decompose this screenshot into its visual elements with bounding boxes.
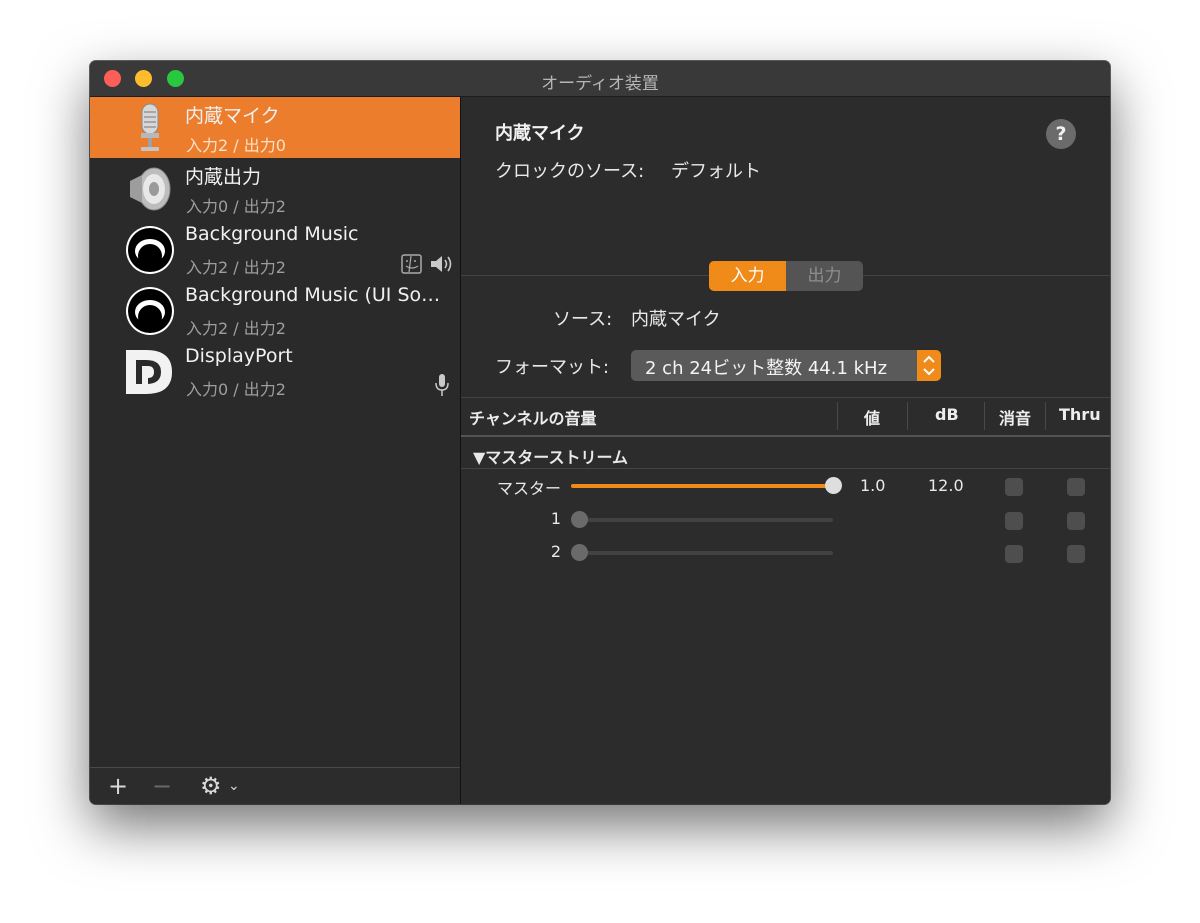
- stepper-arrows-icon: [917, 350, 941, 381]
- thru-checkbox[interactable]: [1067, 478, 1085, 496]
- column-separator: [837, 402, 838, 430]
- volume-slider[interactable]: [571, 544, 833, 561]
- slider-knob[interactable]: [825, 477, 842, 494]
- help-button[interactable]: ?: [1046, 119, 1076, 149]
- volume-slider[interactable]: [571, 511, 833, 528]
- displayport-icon: [126, 350, 172, 394]
- device-io-count: 入力0 / 出力2: [186, 197, 286, 216]
- thru-checkbox[interactable]: [1067, 545, 1085, 563]
- input-output-segmented-control[interactable]: 入力 出力: [709, 261, 863, 291]
- device-sidebar: 内蔵マイク 入力2 / 出力0 内蔵出力 入力0 / 出力2 Backgroun…: [90, 97, 461, 804]
- device-name: 内蔵マイク: [185, 105, 280, 127]
- sidebar-toolbar: + − ⚙ ⌄: [90, 767, 460, 804]
- device-name: Background Music (UI Sounds): [185, 284, 447, 306]
- device-item-background-music-ui-sounds[interactable]: Background Music (UI Sounds) 入力2 / 出力2: [90, 280, 460, 341]
- format-select[interactable]: 2 ch 24ビット整数 44.1 kHz: [631, 350, 941, 381]
- device-io-count: 入力2 / 出力2: [186, 258, 286, 277]
- volume-slider[interactable]: [571, 477, 842, 494]
- thru-checkbox[interactable]: [1067, 512, 1085, 530]
- column-header-db[interactable]: dB: [935, 405, 959, 424]
- window-title: オーディオ装置: [541, 74, 659, 94]
- background-music-icon: [126, 287, 174, 335]
- channel-label: 1: [550, 509, 561, 528]
- stream-group-row[interactable]: ▼マスターストリーム: [461, 439, 1110, 469]
- speaker-icon: [130, 167, 171, 211]
- source-value: 内蔵マイク: [631, 309, 721, 330]
- device-name: DisplayPort: [185, 345, 293, 367]
- device-title: 内蔵マイク: [495, 123, 585, 144]
- device-item-builtin-output[interactable]: 内蔵出力 入力0 / 出力2: [90, 158, 460, 219]
- channel-row-2: 2: [461, 538, 1110, 568]
- format-value: 2 ch 24ビット整数 44.1 kHz: [645, 358, 888, 379]
- format-label: フォーマット:: [495, 357, 610, 378]
- device-io-count: 入力2 / 出力2: [186, 319, 286, 338]
- stream-group-label: ▼マスターストリーム: [473, 448, 629, 467]
- slider-fill: [571, 484, 833, 488]
- mute-checkbox[interactable]: [1005, 512, 1023, 530]
- tab-output[interactable]: 出力: [786, 261, 863, 291]
- title-bar: オーディオ装置: [90, 61, 1110, 97]
- channel-row-master: マスター 1.0 12.0: [461, 471, 1110, 501]
- speaker-output-badge-icon: [431, 256, 452, 272]
- channel-value: 1.0: [860, 476, 886, 495]
- mute-checkbox[interactable]: [1005, 478, 1023, 496]
- slider-knob[interactable]: [571, 511, 588, 528]
- background-music-icon: [126, 226, 174, 274]
- column-header-channel-volume[interactable]: チャンネルの音量: [469, 405, 597, 429]
- slider-knob[interactable]: [571, 544, 588, 561]
- column-header-thru[interactable]: Thru: [1059, 405, 1101, 424]
- device-io-count: 入力0 / 出力2: [186, 380, 286, 399]
- gear-icon[interactable]: ⚙: [200, 772, 222, 800]
- channel-row-1: 1: [461, 505, 1110, 535]
- finder-badge-icon: [401, 254, 422, 274]
- device-name: 内蔵出力: [185, 166, 262, 188]
- mute-checkbox[interactable]: [1005, 545, 1023, 563]
- column-separator: [984, 402, 985, 430]
- clock-source-label: クロックのソース:: [495, 161, 645, 182]
- divider: [461, 435, 1110, 437]
- column-separator: [907, 402, 908, 430]
- channel-db: 12.0: [928, 476, 964, 495]
- column-header-mute[interactable]: 消音: [999, 405, 1031, 429]
- microphone-icon: [141, 103, 159, 151]
- column-separator: [1045, 402, 1046, 430]
- source-label: ソース:: [553, 309, 613, 330]
- device-item-background-music[interactable]: Background Music 入力2 / 出力2: [90, 219, 460, 280]
- device-name: Background Music: [185, 223, 359, 245]
- device-io-count: 入力2 / 出力0: [186, 136, 286, 155]
- channel-label: 2: [550, 542, 561, 561]
- device-item-displayport[interactable]: DisplayPort 入力0 / 出力2: [90, 341, 460, 402]
- add-device-button[interactable]: +: [108, 772, 128, 800]
- channel-label: マスター: [496, 479, 561, 498]
- divider: [461, 468, 1110, 469]
- tab-input[interactable]: 入力: [709, 261, 786, 291]
- device-detail-panel: 内蔵マイク ? クロックのソース: デフォルト 入力 出力 ソース: 内蔵マイク…: [461, 97, 1110, 804]
- clock-source-value[interactable]: デフォルト: [671, 157, 761, 183]
- column-header-value[interactable]: 値: [864, 405, 880, 429]
- chevron-down-icon[interactable]: ⌄: [228, 772, 240, 800]
- device-item-builtin-mic[interactable]: 内蔵マイク 入力2 / 出力0: [90, 97, 460, 158]
- channel-table-header: チャンネルの音量 値 dB 消音 Thru: [461, 397, 1110, 435]
- remove-device-button[interactable]: −: [152, 772, 172, 800]
- microphone-input-badge-icon: [435, 374, 449, 396]
- audio-midi-window: オーディオ装置 内蔵マイク 入力2 / 出力0 内蔵出力 入力0 / 出力2 B…: [90, 61, 1110, 804]
